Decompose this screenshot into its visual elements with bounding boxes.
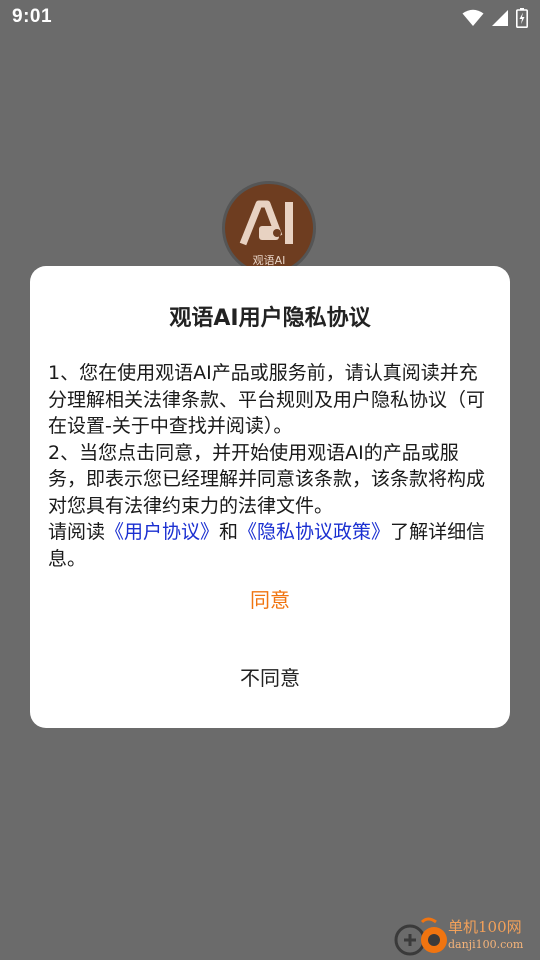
dialog-paragraph-1: 1、您在使用观语AI产品或服务前，请认真阅读并充分理解相关法律条款、平台规则及用…: [48, 362, 486, 437]
watermark-domain: danji100.com: [448, 938, 524, 951]
wifi-icon: [462, 9, 484, 27]
dialog-paragraph-3: 请阅读《用户协议》和《隐私协议政策》了解详细信息。: [48, 519, 490, 572]
watermark-logo-icon: [394, 917, 447, 956]
status-icons: [462, 7, 528, 29]
status-time: 9:01: [12, 6, 53, 27]
battery-charging-icon: [516, 8, 528, 28]
watermark: 单机100网 danji100.com: [392, 916, 540, 960]
privacy-policy-link[interactable]: 《隐私协议政策》: [238, 521, 390, 543]
dialog-body: 1、您在使用观语AI产品或服务前，请认真阅读并充分理解相关法律条款、平台规则及用…: [48, 360, 490, 572]
and-text: 和: [219, 521, 239, 543]
watermark-text: 单机100网 danji100.com: [448, 918, 523, 954]
agree-button[interactable]: 同意: [30, 578, 510, 622]
app-logo: 观语AI: [222, 181, 316, 275]
user-agreement-link[interactable]: 《用户协议》: [105, 521, 219, 543]
dialog-paragraph-2: 2、当您点击同意，并开始使用观语AI的产品或服务，即表示您已经理解并同意该条款，…: [48, 441, 486, 517]
status-bar: 9:01: [0, 0, 540, 36]
watermark-brand: 单机100网: [448, 918, 522, 936]
signal-icon: [491, 9, 509, 27]
disagree-button[interactable]: 不同意: [30, 656, 510, 700]
dialog-title: 观语AI用户隐私协议: [169, 306, 371, 331]
read-prefix: 请阅读: [48, 521, 106, 543]
privacy-dialog: 观语AI用户隐私协议 1、您在使用观语AI产品或服务前，请认真阅读并充分理解相关…: [30, 266, 510, 728]
